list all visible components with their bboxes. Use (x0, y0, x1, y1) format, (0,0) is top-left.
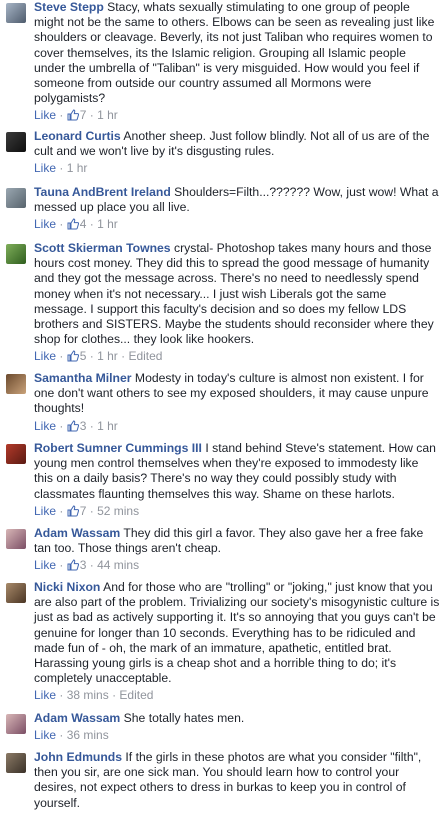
reaction-count[interactable]: 3 (67, 419, 86, 436)
avatar[interactable] (6, 188, 26, 208)
avatar[interactable] (6, 529, 26, 549)
thumbs-up-icon (67, 420, 79, 436)
commenter-name[interactable]: Steve Stepp (34, 0, 104, 14)
avatar[interactable] (6, 374, 26, 394)
avatar[interactable] (6, 3, 26, 23)
thumbs-up-icon (67, 109, 79, 125)
comment-actions: Like · 5 · 1 hr · Edited (34, 348, 440, 366)
avatar[interactable] (6, 583, 26, 603)
like-button[interactable]: Like (34, 108, 56, 122)
comment-actions: Like · 3 · 44 mins (34, 557, 440, 575)
commenter-name[interactable]: Adam Wassam (34, 526, 120, 540)
comment-timestamp[interactable]: 1 hr (97, 349, 118, 363)
like-button[interactable]: Like (34, 419, 56, 433)
thumbs-up-icon (67, 350, 79, 366)
comment-actions: Like · 4 · 1 hr (34, 216, 440, 234)
comment-timestamp[interactable]: 1 hr (97, 108, 118, 122)
commenter-name[interactable]: Adam Wassam (34, 711, 120, 725)
comment-text: crystal- Photoshop takes many hours and … (34, 241, 434, 347)
reaction-count[interactable]: 5 (67, 349, 86, 366)
like-button[interactable]: Like (34, 504, 56, 518)
commenter-name[interactable]: Tauna AndBrent Ireland (34, 185, 171, 199)
commenter-name[interactable]: Scott Skierman Townes (34, 241, 171, 255)
thumbs-up-icon (67, 218, 79, 234)
comment-timestamp[interactable]: 52 mins (97, 504, 139, 518)
comment-actions: Like · 36 mins (34, 728, 109, 743)
comment-timestamp[interactable]: 38 mins (67, 688, 109, 702)
reaction-count[interactable]: 7 (67, 108, 86, 125)
commenter-name[interactable]: Robert Sumner Cummings III (34, 441, 202, 455)
comment-timestamp[interactable]: 36 mins (67, 728, 109, 742)
avatar[interactable] (6, 714, 26, 734)
like-button[interactable]: Like (34, 349, 56, 363)
comment-timestamp[interactable]: 1 hr (97, 419, 118, 433)
comment-timestamp[interactable]: 44 mins (97, 558, 139, 572)
avatar[interactable] (6, 444, 26, 464)
reaction-count[interactable]: 7 (67, 504, 86, 521)
edited-label[interactable]: Edited (128, 349, 162, 363)
thumbs-up-icon (67, 559, 79, 575)
avatar[interactable] (6, 753, 26, 773)
comment-actions: Like · 7 · 1 hr (34, 107, 440, 125)
comment-actions: Like · 38 mins · Edited (34, 688, 154, 703)
like-button[interactable]: Like (34, 161, 56, 175)
comment-actions: Like · 3 · 1 hr (34, 418, 440, 436)
comment-text: Stacy, whats sexually stimulating to one… (34, 0, 435, 106)
avatar[interactable] (6, 132, 26, 152)
comment-actions: Like · 7 · 52 mins (34, 503, 440, 521)
comment-text: She totally hates men. (123, 711, 245, 725)
avatar[interactable] (6, 244, 26, 264)
commenter-name[interactable]: Leonard Curtis (34, 129, 121, 143)
commenter-name[interactable]: Nicki Nixon (34, 580, 100, 594)
like-button[interactable]: Like (34, 217, 56, 231)
like-button[interactable]: Like (34, 558, 56, 572)
comment-actions: Like · 1 hr (34, 161, 88, 176)
thumbs-up-icon (67, 505, 79, 521)
comment-timestamp[interactable]: 1 hr (67, 161, 88, 175)
edited-label[interactable]: Edited (119, 688, 153, 702)
comment-text: And for those who are "trolling" or "jok… (34, 580, 440, 686)
comment-timestamp[interactable]: 1 hr (97, 217, 118, 231)
like-button[interactable]: Like (34, 728, 56, 742)
reaction-count[interactable]: 3 (67, 558, 86, 575)
like-button[interactable]: Like (34, 688, 56, 702)
commenter-name[interactable]: Samantha Milner (34, 371, 132, 385)
reaction-count[interactable]: 4 (67, 217, 86, 234)
commenter-name[interactable]: John Edmunds (34, 750, 122, 764)
